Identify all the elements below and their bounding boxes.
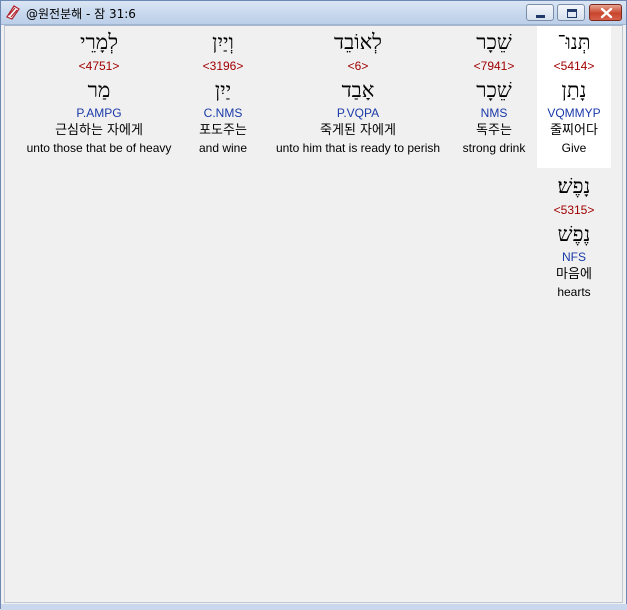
bible-app-icon[interactable] — [5, 4, 21, 20]
korean-gloss: 포도주는 — [199, 123, 247, 138]
title-bar[interactable]: @원전분해 - 잠 31:6 — [1, 1, 626, 25]
strong-number-link[interactable]: <3196> — [185, 58, 261, 75]
morphology-code: VQMMYP — [547, 106, 601, 120]
english-gloss: and wine — [198, 141, 248, 155]
lemma-word: נָתַן — [561, 78, 587, 102]
lemma-word: יַיִן — [214, 78, 232, 102]
english-gloss: unto those that be of heavy — [26, 141, 172, 155]
hebrew-word: שֵׁכָר — [476, 30, 512, 54]
strong-number-link[interactable]: <6> — [263, 58, 453, 75]
verse-analysis-pane: תְּנוּ־ <5414> נָתַן VQMMYP 줄찌어다 Give שֵ… — [4, 25, 623, 603]
close-button[interactable] — [589, 4, 622, 21]
lemma-word: מַר — [87, 78, 111, 102]
hebrew-word: תְּנוּ־ — [557, 30, 591, 54]
close-icon — [600, 7, 613, 19]
hebrew-word: וְיַיִן — [212, 30, 234, 54]
strong-number-link[interactable]: <7941> — [455, 58, 533, 75]
word-column-give[interactable]: תְּנוּ־ <5414> נָתַן VQMMYP 줄찌어다 Give — [537, 26, 611, 168]
word-column-hearts[interactable]: נָפֶשׁ׃ <5315> נֶפֶשׁ NFS 마음에 hearts — [537, 170, 611, 300]
strong-number-link[interactable]: <5414> — [537, 58, 611, 75]
english-gloss: strong drink — [462, 141, 526, 155]
hebrew-word: לְאוֹבֵד — [333, 30, 383, 54]
lemma-word: אָבַד — [341, 78, 375, 102]
app-window: @원전분해 - 잠 31:6 תְּנוּ־ <5414> נָתַן VQMM… — [0, 0, 627, 610]
korean-gloss: 줄찌어다 — [550, 123, 598, 138]
morphology-code: P.VQPA — [336, 106, 380, 120]
lemma-word: שֵׁכָר — [476, 78, 512, 102]
english-gloss: hearts — [557, 285, 591, 299]
word-column-heavy[interactable]: לְמָרֵי <4751> מַר P.AMPG 근심하는 자에게 unto … — [13, 26, 185, 156]
hebrew-word: לְמָרֵי — [79, 30, 119, 54]
strong-number-link[interactable]: <5315> — [537, 202, 611, 219]
word-column-wine[interactable]: וְיַיִן <3196> יַיִן C.NMS 포도주는 and wine — [185, 26, 261, 156]
korean-gloss: 근심하는 자에게 — [55, 123, 143, 138]
lemma-word: נֶפֶשׁ — [557, 222, 591, 246]
morphology-code: NFS — [562, 250, 586, 264]
korean-gloss: 마음에 — [556, 267, 592, 282]
morphology-code: C.NMS — [203, 106, 243, 120]
strong-number-link[interactable]: <4751> — [13, 58, 185, 75]
morphology-code: NMS — [480, 106, 508, 120]
hebrew-word: נָפֶשׁ׃ — [557, 174, 591, 198]
korean-gloss: 죽게된 자에게 — [320, 123, 396, 138]
word-column-perish[interactable]: לְאוֹבֵד <6> אָבַד P.VQPA 죽게된 자에게 unto h… — [263, 26, 453, 156]
morphology-code: P.AMPG — [76, 106, 122, 120]
korean-gloss: 독주는 — [476, 123, 512, 138]
english-gloss: Give — [561, 141, 587, 155]
minimize-button[interactable] — [526, 4, 554, 21]
minimize-icon — [536, 15, 545, 18]
english-gloss: unto him that is ready to perish — [275, 141, 441, 155]
window-title: @원전분해 - 잠 31:6 — [26, 7, 136, 21]
window-frame-bottom — [1, 604, 627, 610]
maximize-icon — [567, 9, 577, 18]
maximize-button[interactable] — [557, 4, 585, 21]
word-column-strong-drink[interactable]: שֵׁכָר <7941> שֵׁכָר NMS 독주는 strong drin… — [455, 26, 533, 156]
